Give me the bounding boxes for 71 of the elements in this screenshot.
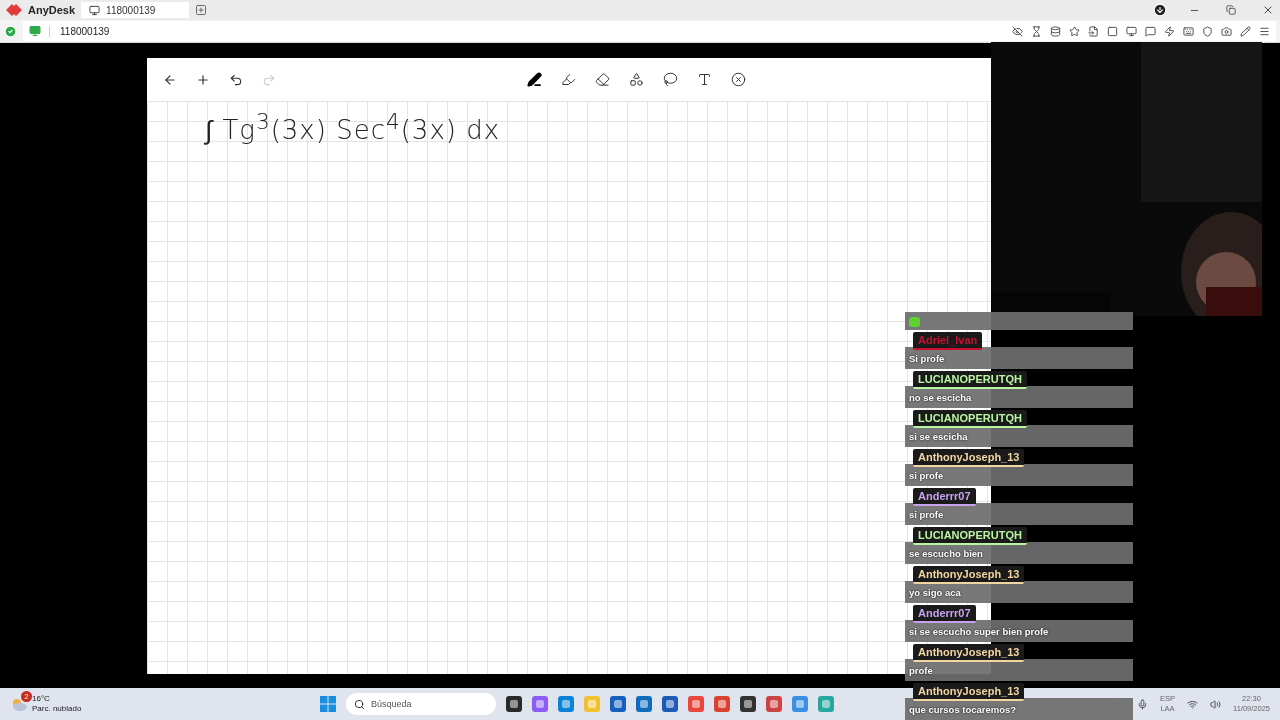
app-icon[interactable] bbox=[636, 696, 652, 712]
plus-icon[interactable] bbox=[196, 72, 210, 87]
chat-username: AnthonyJoseph_13 bbox=[913, 566, 1025, 584]
chat-username: LUCIANOPERUTQH bbox=[913, 371, 1027, 389]
close-icon[interactable] bbox=[1262, 4, 1274, 16]
star-icon[interactable] bbox=[1069, 25, 1080, 37]
maximize-icon[interactable] bbox=[1226, 5, 1236, 15]
monitor-icon bbox=[89, 4, 101, 16]
chat-message: si profe bbox=[909, 508, 944, 520]
chat-message: si profe bbox=[909, 469, 944, 481]
chat-username: Anderrr07 bbox=[913, 605, 976, 623]
chat-icon[interactable] bbox=[1145, 25, 1156, 37]
temperature: 16°C bbox=[32, 694, 51, 704]
search-icon bbox=[354, 698, 365, 710]
new-tab-icon[interactable] bbox=[195, 4, 208, 16]
text-tool-icon[interactable] bbox=[697, 72, 712, 87]
chat-message: que cursos tocaremos? bbox=[909, 703, 1017, 715]
emote-icon bbox=[909, 315, 920, 327]
chat-username: LUCIANOPERUTQH bbox=[913, 527, 1027, 545]
microphone-icon[interactable] bbox=[1137, 698, 1148, 710]
app-icon[interactable] bbox=[662, 696, 678, 712]
monitor-icon bbox=[29, 25, 41, 37]
chat-message: si se escicha bbox=[909, 430, 968, 442]
speaker-icon[interactable] bbox=[1210, 698, 1221, 710]
chat-username: LUCIANOPERUTQH bbox=[913, 410, 1027, 428]
session-tab[interactable]: 118000139 bbox=[81, 2, 190, 18]
app-icon[interactable] bbox=[506, 696, 522, 712]
address-text: 118000139 bbox=[49, 25, 110, 37]
wifi-icon[interactable] bbox=[1187, 698, 1198, 710]
lightning-icon[interactable] bbox=[1164, 25, 1175, 37]
chat-message: no se escicha bbox=[909, 391, 972, 403]
chat-username: AnthonyJoseph_13 bbox=[913, 683, 1025, 701]
database-icon[interactable] bbox=[1050, 25, 1061, 37]
notification-badge: 2 bbox=[21, 691, 32, 702]
monitor-icon[interactable] bbox=[1126, 25, 1137, 37]
file-transfer-icon[interactable] bbox=[1088, 25, 1099, 37]
chat-username: AnthonyJoseph_13 bbox=[913, 644, 1025, 662]
marker-icon[interactable] bbox=[561, 72, 576, 87]
chat-message: Si profe bbox=[909, 352, 945, 364]
start-icon[interactable] bbox=[320, 696, 336, 712]
shapes-icon[interactable] bbox=[629, 72, 644, 87]
lasso-icon[interactable] bbox=[663, 72, 678, 87]
handwritten-integral: ∫ Tg$^{3}$(3x) Sec$^{4}$(3x) dx bbox=[205, 109, 501, 146]
chat-message: yo sigo aca bbox=[909, 586, 961, 598]
app-icon[interactable] bbox=[610, 696, 626, 712]
connected-icon bbox=[4, 24, 17, 38]
chat-message: se escucho bien bbox=[909, 547, 983, 559]
hidden-view-icon[interactable] bbox=[1012, 25, 1023, 37]
eraser-icon[interactable] bbox=[595, 72, 610, 87]
keyboard-icon[interactable] bbox=[1183, 25, 1194, 37]
hourglass-icon[interactable] bbox=[1031, 25, 1042, 37]
logo-icon bbox=[6, 4, 22, 16]
search-field[interactable]: Búsqueda bbox=[346, 693, 496, 715]
weather-condition: Parc. nublado bbox=[32, 704, 82, 714]
window-icon[interactable] bbox=[1107, 25, 1118, 37]
pencil-icon[interactable] bbox=[1240, 25, 1251, 37]
chat-username: Adriel_Ivan bbox=[913, 332, 983, 350]
chat-username: Anderrr07 bbox=[913, 488, 976, 506]
menu-icon[interactable] bbox=[1259, 25, 1270, 37]
camera-icon[interactable] bbox=[1221, 25, 1232, 37]
shield-icon[interactable] bbox=[1202, 25, 1213, 37]
close-icon[interactable] bbox=[731, 72, 746, 87]
pen-icon[interactable] bbox=[527, 72, 542, 87]
chat-message: si se escucho super bien profe bbox=[909, 625, 1049, 637]
back-arrow-icon[interactable] bbox=[163, 72, 177, 87]
chat-username: AnthonyJoseph_13 bbox=[913, 449, 1025, 467]
download-icon[interactable] bbox=[1153, 3, 1167, 17]
app-name: AnyDesk bbox=[28, 4, 76, 16]
app-icon[interactable] bbox=[740, 696, 756, 712]
undo-icon[interactable] bbox=[229, 72, 243, 87]
chat-message: profe bbox=[909, 664, 933, 676]
